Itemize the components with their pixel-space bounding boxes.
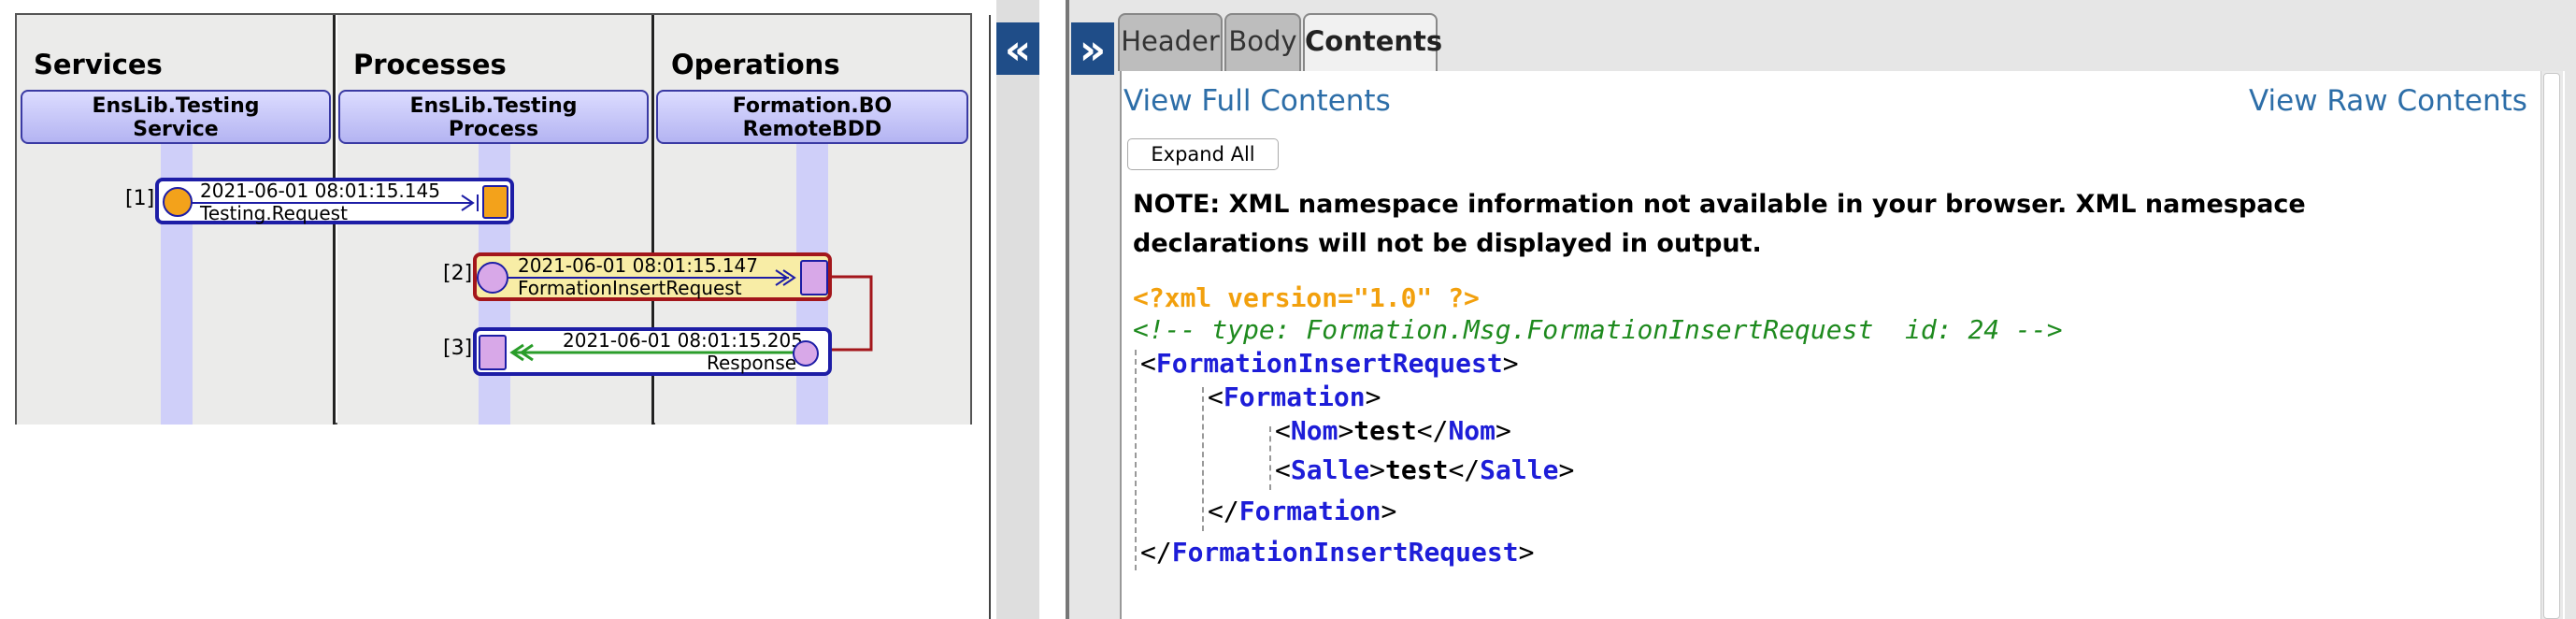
source-circle <box>163 187 193 217</box>
expand-right-button[interactable]: » <box>1071 22 1114 75</box>
host-type: Service <box>133 118 219 141</box>
target-square <box>479 335 507 370</box>
xml-field: <Salle>test</Salle> <box>1275 454 1575 485</box>
source-circle <box>793 340 819 367</box>
expand-all-button[interactable]: Expand All <box>1127 138 1279 170</box>
xml-value: test <box>1385 454 1449 485</box>
column-title-processes: Processes <box>353 49 507 80</box>
xml-field: <Nom>test</Nom> <box>1275 415 1511 446</box>
xml-tag-name: FormationInsertRequest <box>1155 348 1503 379</box>
host-type: RemoteBDD <box>742 118 882 141</box>
tree-guide <box>1269 426 1271 490</box>
xml-element-close: </Formation> <box>1208 496 1397 526</box>
trace-empty-area <box>17 425 989 619</box>
message-3-response[interactable]: 2021-06-01 08:01:15.205 Response <box>473 327 832 376</box>
host-name: EnsLib.Testing <box>92 94 260 118</box>
scrollbar-thumb[interactable] <box>2543 73 2560 619</box>
tab-body[interactable]: Body <box>1224 13 1301 71</box>
xml-tag-name: Salle <box>1480 454 1559 485</box>
host-process[interactable]: EnsLib.Testing Process <box>338 90 649 144</box>
xml-tag-name: FormationInsertRequest <box>1171 537 1519 568</box>
xml-tag-name: Formation <box>1223 381 1366 412</box>
tree-guide <box>1202 387 1204 531</box>
splitter-bar <box>996 0 1039 619</box>
message-index: [2] <box>443 262 473 285</box>
target-square <box>482 185 508 219</box>
collapse-left-button[interactable]: « <box>996 22 1039 75</box>
host-operation[interactable]: Formation.BO RemoteBDD <box>656 90 968 144</box>
xml-tag-name: Salle <box>1290 454 1370 485</box>
xml-tag-name: Nom <box>1290 415 1338 446</box>
xml-element-close: </FormationInsertRequest> <box>1140 537 1535 568</box>
xml-value: test <box>1353 415 1417 446</box>
xml-declaration: <?xml version="1.0" ?> <box>1133 282 1480 313</box>
host-name: EnsLib.Testing <box>409 94 578 118</box>
arrow-left-icon <box>509 343 794 362</box>
host-service[interactable]: EnsLib.Testing Service <box>21 90 331 144</box>
message-2-request[interactable]: 2021-06-01 08:01:15.147 FormationInsertR… <box>473 252 832 301</box>
xml-tag-name: Formation <box>1238 496 1381 526</box>
host-type: Process <box>448 118 539 141</box>
xml-tag-name: Nom <box>1448 415 1496 446</box>
view-full-contents-link[interactable]: View Full Contents <box>1123 84 1391 118</box>
namespace-note: NOTE: XML namespace information not avai… <box>1133 190 2306 258</box>
tree-guide <box>1135 350 1137 570</box>
column-title-services: Services <box>34 49 163 80</box>
xml-element-open[interactable]: <Formation> <box>1208 381 1381 412</box>
host-name: Formation.BO <box>732 94 893 118</box>
view-raw-contents-link[interactable]: View Raw Contents <box>2249 84 2527 118</box>
message-index: [1] <box>125 187 155 210</box>
column-title-operations: Operations <box>671 49 840 80</box>
target-square <box>800 260 828 295</box>
source-circle <box>477 262 508 294</box>
arrow-right-icon <box>508 269 796 286</box>
arrow-right-icon <box>191 194 479 211</box>
xml-element-open[interactable]: <FormationInsertRequest> <box>1140 348 1519 379</box>
tab-contents[interactable]: Contents <box>1303 13 1442 73</box>
message-1-request[interactable]: 2021-06-01 08:01:15.145 Testing.Request <box>155 178 514 224</box>
message-index: [3] <box>443 337 473 360</box>
tab-header[interactable]: Header <box>1118 13 1223 71</box>
xml-comment: <!-- type: Formation.Msg.FormationInsert… <box>1133 314 2063 345</box>
